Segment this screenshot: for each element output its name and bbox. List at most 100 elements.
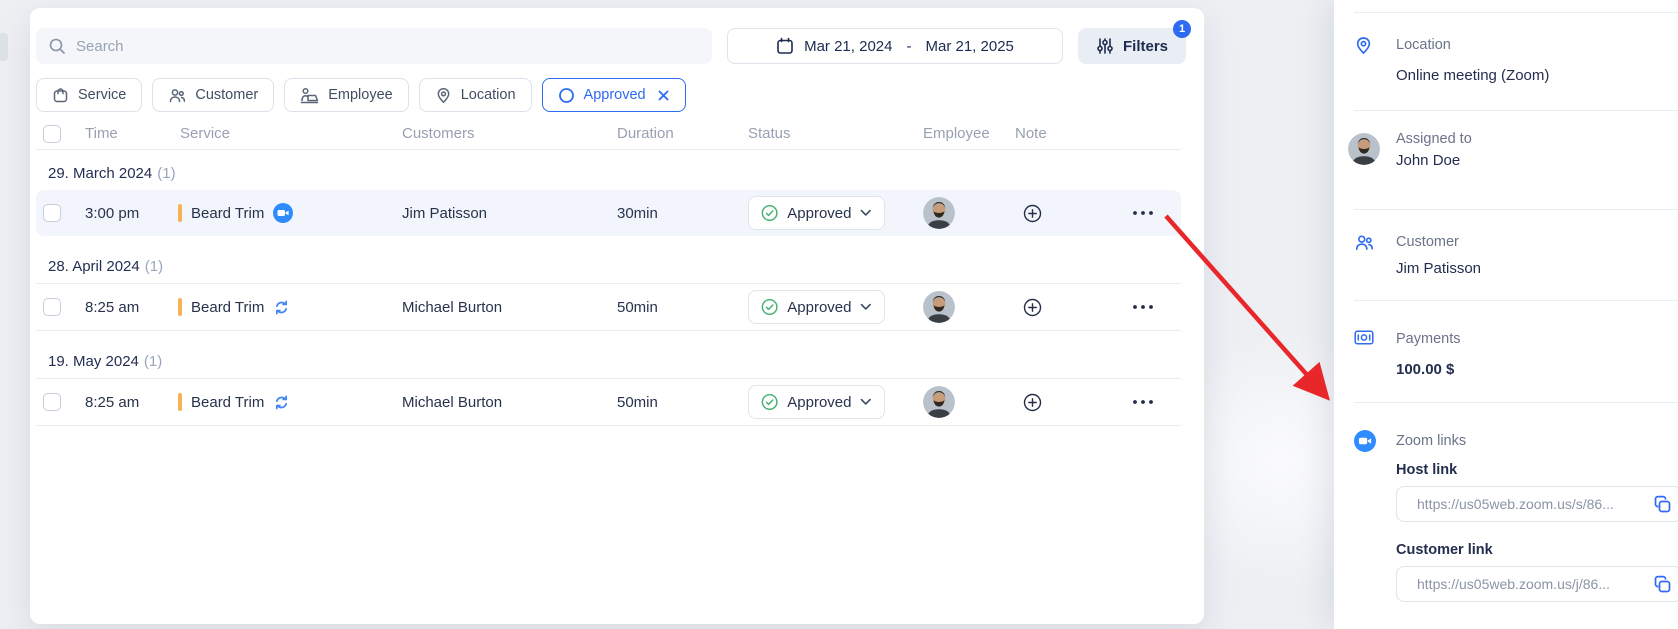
table-row[interactable]: 8:25 am Beard Trim Michael Burton 50min … <box>36 283 1181 331</box>
date-group-header: 19. May 2024 (1) <box>48 353 1186 373</box>
row-time: 8:25 am <box>78 299 178 316</box>
chevron-down-icon <box>860 209 872 217</box>
status-circle-icon <box>558 87 575 104</box>
location-value: Online meeting (Zoom) <box>1396 67 1670 84</box>
row-customer: Jim Patisson <box>402 205 617 222</box>
service-name: Beard Trim <box>191 205 264 222</box>
people-icon <box>168 87 186 104</box>
customer-link-field[interactable]: https://us05web.zoom.us/j/86... <box>1396 566 1678 602</box>
employee-avatar <box>923 291 955 323</box>
date-range-picker[interactable]: Mar 21, 2024 - Mar 21, 2025 <box>727 28 1063 64</box>
toolbar: Mar 21, 2024 - Mar 21, 2025 Filters 1 <box>36 28 1186 64</box>
zoom-links-section: Zoom links Host link https://us05web.zoo… <box>1354 403 1670 612</box>
table-row[interactable]: 3:00 pm Beard Trim Jim Patisson 30min Ap… <box>36 190 1181 236</box>
table-row[interactable]: 8:25 am Beard Trim Michael Burton 50min … <box>36 378 1181 426</box>
date-group-header: 28. April 2024 (1) <box>48 258 1186 278</box>
date-range-start: Mar 21, 2024 <box>804 38 892 55</box>
ellipsis-icon <box>1132 210 1154 216</box>
customer-link-label: Customer link <box>1396 542 1670 558</box>
group-count: (1) <box>144 353 162 370</box>
chip-employee-label: Employee <box>328 87 392 103</box>
group-date: 29. March 2024 <box>48 165 152 182</box>
group-date: 28. April 2024 <box>48 258 140 275</box>
customer-label: Customer <box>1396 232 1459 252</box>
zoom-camera-icon <box>1354 429 1384 452</box>
chip-service-label: Service <box>78 87 126 103</box>
service-color-bar <box>178 393 182 411</box>
payments-label: Payments <box>1396 329 1460 349</box>
status-value: Approved <box>787 299 851 316</box>
col-duration: Duration <box>617 125 748 142</box>
banknote-icon <box>1354 329 1384 345</box>
host-link-label: Host link <box>1396 462 1670 478</box>
group-count: (1) <box>157 165 175 182</box>
copy-host-link-button[interactable] <box>1653 495 1672 514</box>
appointments-card: Mar 21, 2024 - Mar 21, 2025 Filters 1 <box>30 8 1204 624</box>
calendar-icon <box>776 37 794 55</box>
employee-avatar <box>923 197 955 229</box>
payments-amount: 100.00 $ <box>1396 361 1670 378</box>
assigned-value: John Doe <box>1396 152 1472 169</box>
zoom-links-label: Zoom links <box>1396 429 1466 451</box>
host-link-url: https://us05web.zoom.us/s/86... <box>1417 496 1645 512</box>
approved-check-icon <box>761 298 778 316</box>
table-header: Time Service Customers Duration Status E… <box>36 120 1181 150</box>
col-customers: Customers <box>402 125 617 142</box>
zoom-camera-icon <box>273 203 293 223</box>
chip-customer[interactable]: Customer <box>152 78 274 112</box>
row-actions-button[interactable] <box>1104 304 1181 310</box>
row-checkbox[interactable] <box>43 204 61 222</box>
add-note-button[interactable] <box>1023 393 1042 412</box>
row-checkbox[interactable] <box>43 393 61 411</box>
ellipsis-icon <box>1132 399 1154 405</box>
location-pin-icon <box>1354 35 1384 55</box>
row-checkbox[interactable] <box>43 298 61 316</box>
filters-count-badge: 1 <box>1173 20 1191 38</box>
status-dropdown[interactable]: Approved <box>748 196 885 230</box>
add-note-button[interactable] <box>1023 204 1042 223</box>
row-actions-button[interactable] <box>1104 399 1181 405</box>
row-actions-button[interactable] <box>1104 210 1181 216</box>
location-label: Location <box>1396 35 1451 55</box>
search-input[interactable] <box>76 38 700 55</box>
chip-customer-label: Customer <box>195 87 258 103</box>
chip-service[interactable]: Service <box>36 78 142 112</box>
chip-location-label: Location <box>461 87 516 103</box>
search-icon <box>48 37 66 55</box>
approved-check-icon <box>761 204 778 222</box>
select-all-checkbox[interactable] <box>43 125 61 143</box>
copy-customer-link-button[interactable] <box>1653 575 1672 594</box>
status-dropdown[interactable]: Approved <box>748 290 885 324</box>
plus-circle-icon <box>1023 393 1042 412</box>
row-customer: Michael Burton <box>402 299 617 316</box>
chip-employee[interactable]: Employee <box>284 78 408 112</box>
status-dropdown[interactable]: Approved <box>748 385 885 419</box>
row-customer: Michael Burton <box>402 394 617 411</box>
date-range-end: Mar 21, 2025 <box>925 38 1013 55</box>
assigned-label: Assigned to <box>1396 129 1472 149</box>
appointment-detail-panel: Location Online meeting (Zoom) Assigned … <box>1334 0 1678 629</box>
host-link-field[interactable]: https://us05web.zoom.us/s/86... <box>1396 486 1678 522</box>
col-service: Service <box>178 125 402 142</box>
filter-chips: Service Customer Employee Location <box>36 78 1186 112</box>
chip-approved-active[interactable]: Approved <box>542 78 686 112</box>
chip-location[interactable]: Location <box>419 78 532 112</box>
group-count: (1) <box>145 258 163 275</box>
group-date: 19. May 2024 <box>48 353 139 370</box>
ellipsis-icon <box>1132 304 1154 310</box>
row-time: 3:00 pm <box>78 205 178 222</box>
filters-button[interactable]: Filters 1 <box>1078 28 1186 64</box>
service-name: Beard Trim <box>191 394 264 411</box>
edge-decoration <box>0 33 8 61</box>
search-box[interactable] <box>36 28 712 64</box>
chevron-down-icon <box>860 303 872 311</box>
approved-check-icon <box>761 393 778 411</box>
date-group-header: 29. March 2024 (1) <box>48 165 1186 185</box>
row-duration: 50min <box>617 299 748 316</box>
status-value: Approved <box>787 394 851 411</box>
recurring-icon <box>273 299 290 316</box>
date-range-separator: - <box>902 38 915 55</box>
add-note-button[interactable] <box>1023 298 1042 317</box>
remove-filter-icon[interactable] <box>657 89 670 102</box>
filters-label: Filters <box>1123 38 1168 55</box>
